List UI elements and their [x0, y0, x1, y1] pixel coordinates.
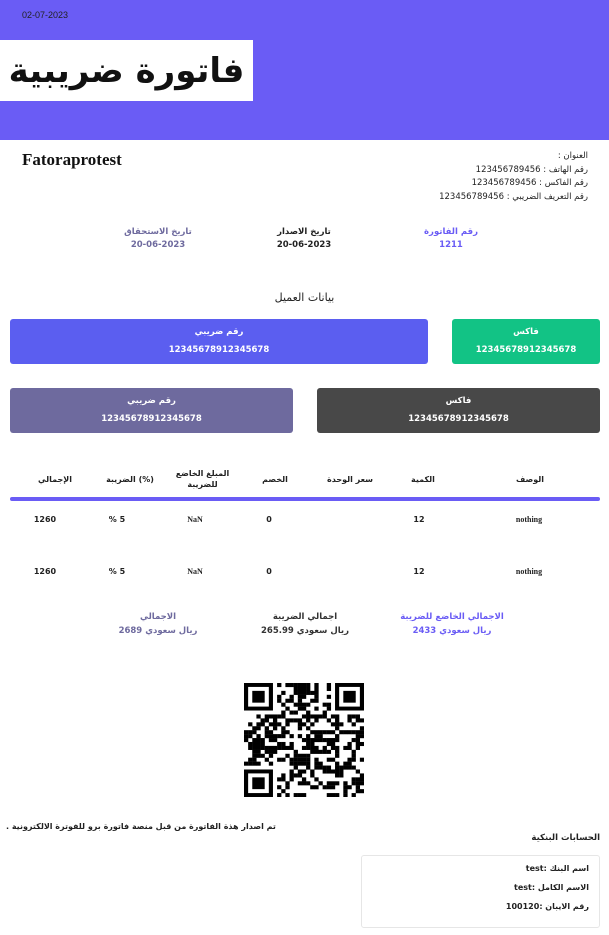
- row-discount: 0: [266, 515, 272, 524]
- col-qty: الكمية: [411, 475, 435, 484]
- table-row: 1260 5 % NaN 0 12 nothing: [0, 515, 609, 529]
- row-qty: 12: [413, 515, 425, 524]
- grand-total-block: الاجمالي 2689 ريال سعودي: [108, 610, 208, 638]
- row-tax: 5 %: [108, 515, 126, 524]
- table-header-divider: [10, 497, 600, 501]
- customer-tax-card-1: رقم ضريبي 12345678912345678: [10, 319, 428, 364]
- issue-date-label: تاريخ الاصدار: [277, 227, 331, 237]
- items-table-header: الإجمالي الضريبة (%) المبلغ الخاضع للضري…: [0, 466, 609, 496]
- col-taxable-line1: المبلغ الخاضع: [175, 469, 230, 478]
- col-taxable-line2: للضريبة: [187, 480, 218, 489]
- due-date-block: تاريخ الاستحقاق 20-06-2023: [108, 226, 208, 252]
- tax-id-line: رقم التعريف الضريبي : 123456789456: [439, 191, 588, 202]
- row-taxable: NaN: [187, 567, 203, 576]
- invoice-number-label: رقم الفاتورة: [424, 227, 478, 237]
- tax-total-block: اجمالي الضريبة 265.99 ريال سعودي: [250, 610, 360, 638]
- card-label: فاكس: [513, 327, 539, 337]
- tax-total-label: اجمالي الضريبة: [272, 612, 338, 622]
- header-date: 02-07-2023: [22, 10, 69, 20]
- tax-total-value: 265.99 ريال سعودي: [260, 626, 349, 636]
- col-total: الإجمالي: [38, 475, 72, 484]
- issued-by-note: تم اصدار هذة الفاتورة من قبل منصة فاتورة…: [6, 822, 276, 831]
- bank-name-line: اسم البنك :test: [525, 864, 589, 873]
- row-desc: nothing: [515, 515, 543, 524]
- customer-fax-card-1: فاكس 12345678912345678: [452, 319, 600, 364]
- table-row: 1260 5 % NaN 0 12 nothing: [0, 567, 609, 581]
- invoice-number-value: 1211: [439, 240, 463, 250]
- bank-accounts-title: الحسابات البنكية: [531, 833, 600, 843]
- invoice-number-block: رقم الفاتورة 1211: [411, 226, 491, 252]
- issue-date-block: تاريخ الاصدار 20-06-2023: [254, 226, 354, 252]
- col-tax: الضريبة (%): [106, 475, 154, 484]
- phone-line: رقم الهاتف : 123456789456: [475, 164, 588, 175]
- invoice-header-banner: 02-07-2023 فاتورة ضريبية: [0, 0, 609, 140]
- col-taxable: المبلغ الخاضع للضريبة: [165, 468, 240, 490]
- card-value: 12345678912345678: [475, 345, 577, 355]
- card-value: 12345678912345678: [168, 345, 270, 355]
- taxable-total-block: الاجمالي الخاضع للضريبة 2433 ريال سعودي: [396, 610, 508, 638]
- card-label: رقم ضريبي: [194, 327, 244, 337]
- card-label: رقم ضريبي: [127, 396, 176, 406]
- company-contact-block: العنوان : رقم الهاتف : 123456789456 رقم …: [439, 150, 588, 204]
- iban-line: رقم الايبان :100120: [505, 902, 589, 911]
- due-date-value: 20-06-2023: [130, 240, 186, 250]
- row-total: 1260: [33, 515, 57, 524]
- company-name: Fatoraprotest: [22, 150, 122, 169]
- customer-fax-card-2: فاكس 12345678912345678: [317, 388, 600, 433]
- row-total: 1260: [33, 567, 57, 576]
- bank-accounts-box: اسم البنك :test الاسم الكامل :test رقم ا…: [361, 855, 600, 928]
- row-taxable: NaN: [187, 515, 203, 524]
- row-desc: nothing: [515, 567, 543, 576]
- row-qty: 12: [413, 567, 425, 576]
- grand-total-label: الاجمالي: [139, 612, 177, 622]
- customer-tax-card-2: رقم ضريبي 12345678912345678: [10, 388, 293, 433]
- title-box: فاتورة ضريبية: [0, 40, 253, 101]
- taxable-total-value: 2433 ريال سعودي: [412, 626, 492, 636]
- row-discount: 0: [266, 567, 272, 576]
- due-date-label: تاريخ الاستحقاق: [124, 227, 192, 237]
- account-name-line: الاسم الكامل :test: [514, 883, 589, 892]
- grand-total-value: 2689 ريال سعودي: [118, 626, 198, 636]
- col-unit-price: سعر الوحدة: [326, 475, 373, 484]
- col-discount: الخصم: [262, 475, 288, 484]
- qr-code-icon: [244, 683, 365, 798]
- taxable-total-label: الاجمالي الخاضع للضريبة: [400, 612, 504, 622]
- invoice-title: فاتورة ضريبية: [8, 50, 245, 91]
- card-value: 12345678912345678: [101, 414, 202, 424]
- col-desc: الوصف: [515, 475, 545, 484]
- card-label: فاكس: [445, 396, 472, 406]
- issue-date-value: 20-06-2023: [276, 240, 332, 250]
- customer-section-title: بيانات العميل: [274, 291, 335, 304]
- address-line: العنوان :: [557, 151, 588, 161]
- row-tax: 5 %: [108, 567, 126, 576]
- fax-line: رقم الفاكس : 123456789456: [471, 178, 588, 188]
- card-value: 12345678912345678: [408, 414, 509, 424]
